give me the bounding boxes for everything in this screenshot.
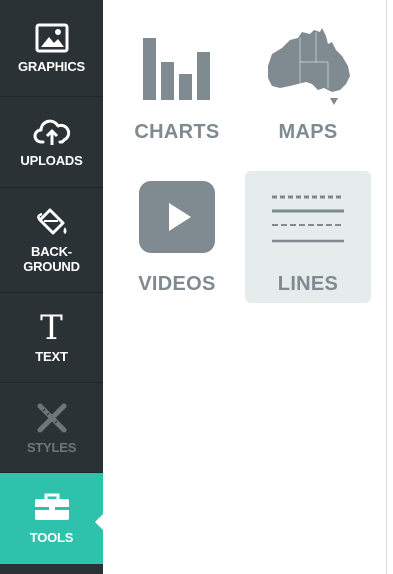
sidebar-item-label: TOOLS <box>29 530 74 545</box>
tool-videos[interactable]: VIDEOS <box>114 171 240 303</box>
sidebar-item-graphics[interactable]: GRAPHICS <box>0 0 103 97</box>
tool-label: LINES <box>277 273 339 295</box>
tool-label: VIDEOS <box>138 273 216 295</box>
active-indicator <box>95 513 104 531</box>
sidebar-item-label: BACK- GROUND <box>23 244 80 274</box>
sidebar-item-label: STYLES <box>26 440 77 455</box>
bar-chart-icon <box>143 38 210 100</box>
panel-divider <box>386 0 387 574</box>
tool-label: MAPS <box>278 121 338 143</box>
toolbox-icon <box>34 493 69 520</box>
text-t-icon: T <box>40 308 63 348</box>
brush-ruler-icon <box>37 403 66 433</box>
tool-maps[interactable]: MAPS <box>245 22 371 154</box>
sidebar-item-uploads[interactable]: UPLOADS <box>0 97 103 188</box>
sidebar-item-label: UPLOADS <box>20 152 83 168</box>
tool-charts[interactable]: CHARTS <box>114 22 240 154</box>
sidebar-item-label: GRAPHICS <box>17 58 86 74</box>
australia-map-icon <box>268 28 350 105</box>
cloud-upload-icon <box>33 119 70 145</box>
sidebar-item-label: TEXT <box>35 349 68 364</box>
play-video-icon <box>139 181 215 253</box>
image-icon <box>35 23 68 52</box>
tool-lines[interactable]: LINES <box>245 171 371 303</box>
lines-icon <box>272 195 344 243</box>
sidebar: GRAPHICS UPLOADS BACK- GROUND T TEXT STY… <box>0 0 104 574</box>
sidebar-item-background[interactable]: BACK- GROUND <box>0 188 103 293</box>
paint-bucket-icon <box>36 208 66 235</box>
sidebar-item-tools[interactable]: TOOLS <box>0 473 103 564</box>
sidebar-item-text[interactable]: T TEXT <box>0 293 103 383</box>
tool-label: CHARTS <box>134 121 220 143</box>
sidebar-item-styles[interactable]: STYLES <box>0 383 103 473</box>
